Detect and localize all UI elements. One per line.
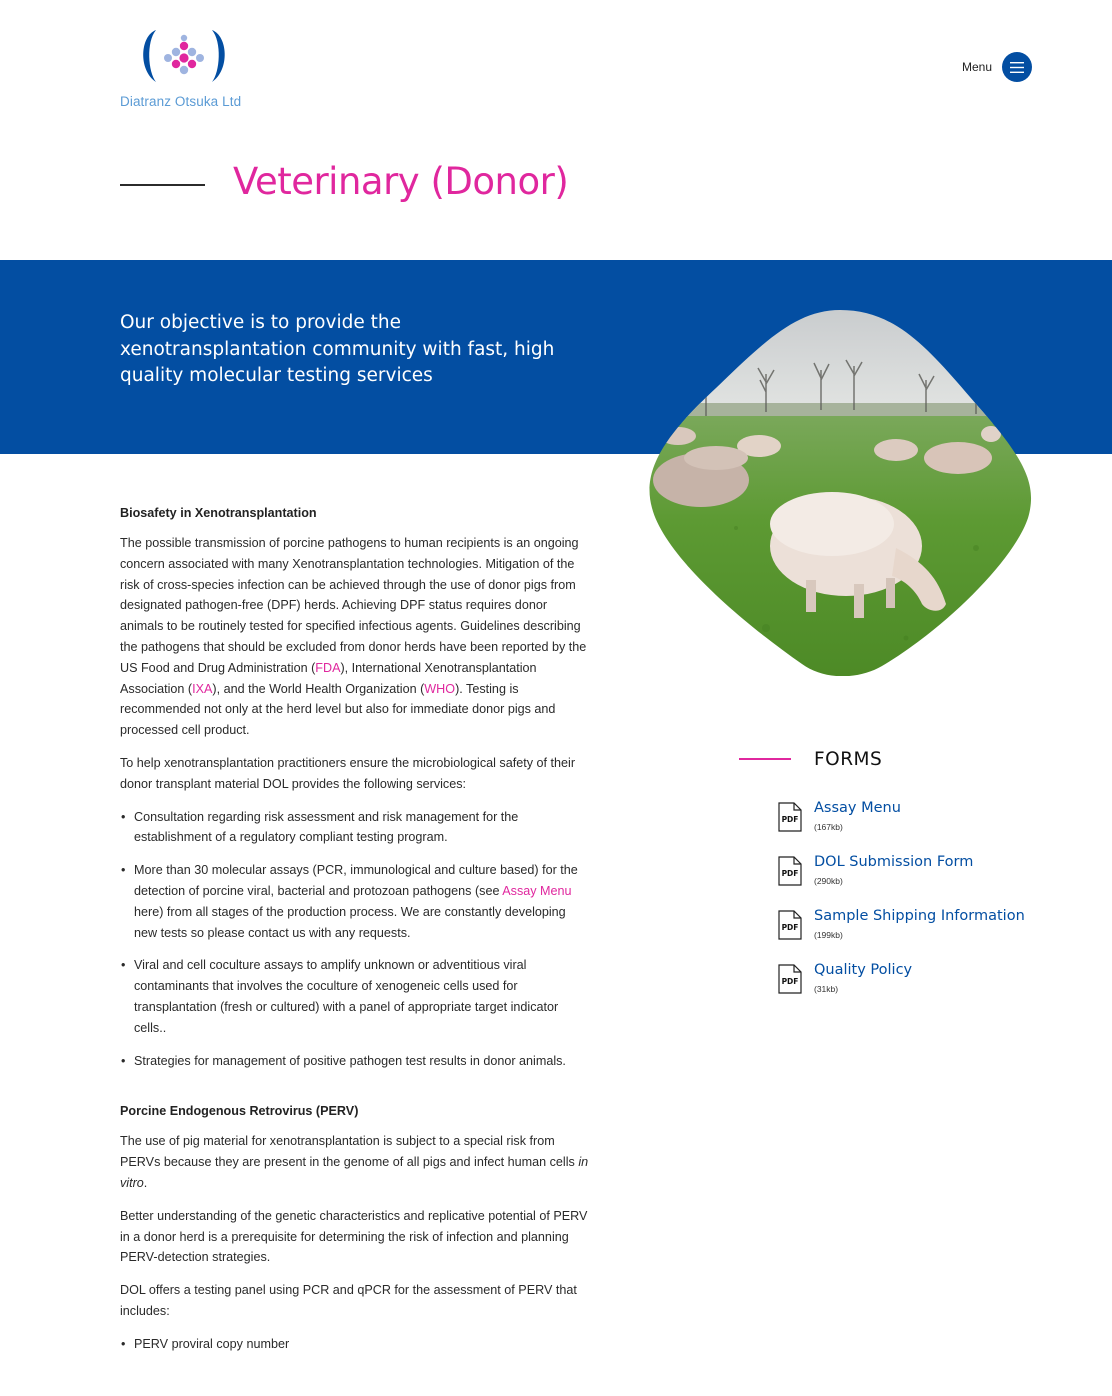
form-size: (290kb) — [814, 876, 843, 886]
form-dol-submission[interactable]: PDF DOL Submission Form (290kb) — [778, 854, 1038, 896]
paragraph-perv-understanding: Better understanding of the genetic char… — [120, 1208, 588, 1265]
pdf-icon: PDF — [778, 856, 802, 886]
form-label[interactable]: DOL Submission Form — [814, 854, 973, 870]
logo[interactable]: Diatranz Otsuka Ltd — [120, 26, 250, 112]
ixa-link[interactable]: IXA — [192, 682, 212, 696]
svg-text:PDF: PDF — [782, 815, 799, 824]
svg-text:PDF: PDF — [782, 869, 799, 878]
pigs-field-image — [649, 310, 1032, 676]
section-heading-perv: Porcine Endogenous Retrovirus (PERV) — [120, 1104, 359, 1119]
page-title: Veterinary (Donor) — [233, 160, 569, 203]
pdf-icon: PDF — [778, 910, 802, 940]
form-quality-policy[interactable]: PDF Quality Policy (31kb) — [778, 962, 1038, 1004]
svg-text:PDF: PDF — [782, 923, 799, 932]
who-link[interactable]: WHO — [424, 682, 455, 696]
svg-text:PDF: PDF — [782, 977, 799, 986]
hamburger-icon[interactable] — [1002, 52, 1032, 82]
pdf-icon: PDF — [778, 802, 802, 832]
perv-list: PERV proviral copy number — [120, 1334, 590, 1355]
list-item: Strategies for management of positive pa… — [121, 1051, 590, 1072]
assay-menu-link[interactable]: Assay Menu — [502, 884, 571, 898]
paragraph-perv-risk: The use of pig material for xenotranspla… — [120, 1134, 589, 1190]
fda-link[interactable]: FDA — [315, 661, 340, 675]
title-divider — [120, 184, 205, 186]
paragraph-services-intro: To help xenotransplantation practitioner… — [120, 755, 576, 791]
menu-label: Menu — [961, 60, 992, 74]
list-item: Consultation regarding risk assessment a… — [121, 807, 590, 849]
list-item: PERV proviral copy number — [121, 1334, 590, 1355]
form-size: (199kb) — [814, 930, 843, 940]
paragraph-biosafety: The possible transmission of porcine pat… — [120, 536, 587, 738]
form-size: (31kb) — [814, 984, 839, 994]
hero-tagline: Our objective is to provide the xenotran… — [120, 312, 555, 386]
form-label[interactable]: Assay Menu — [814, 800, 901, 816]
main-content: Biosafety in Xenotransplantation The pos… — [120, 505, 590, 1367]
form-sample-shipping[interactable]: PDF Sample Shipping Information (199kb) — [778, 908, 1038, 950]
logo-mark-icon — [143, 30, 225, 82]
list-item: More than 30 molecular assays (PCR, immu… — [121, 860, 590, 943]
menu-button[interactable]: Menu — [962, 52, 1032, 82]
logo-text: Diatranz Otsuka Ltd — [120, 94, 242, 109]
form-label[interactable]: Quality Policy — [814, 962, 912, 978]
forms-divider — [739, 758, 791, 760]
list-item: Viral and cell coculture assays to ampli… — [121, 955, 590, 1038]
pdf-icon: PDF — [778, 964, 802, 994]
section-heading-biosafety: Biosafety in Xenotransplantation — [120, 506, 317, 520]
services-list: Consultation regarding risk assessment a… — [120, 807, 590, 1072]
form-assay-menu[interactable]: PDF Assay Menu (167kb) — [778, 800, 1038, 842]
form-size: (167kb) — [814, 822, 843, 832]
forms-title: FORMS — [814, 749, 883, 770]
form-label[interactable]: Sample Shipping Information — [814, 908, 1025, 924]
paragraph-perv-panel: DOL offers a testing panel using PCR and… — [120, 1283, 577, 1318]
